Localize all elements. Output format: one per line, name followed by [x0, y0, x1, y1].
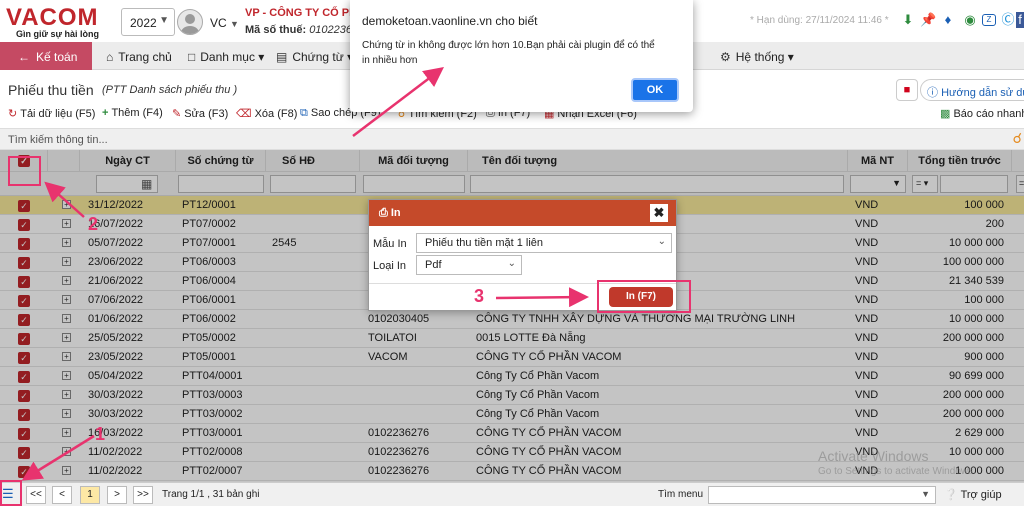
arrow-to-print — [495, 287, 589, 308]
annotation-arrows — [21, 66, 589, 481]
arrow-to-alert — [352, 66, 444, 137]
arrow-to-select-all — [44, 181, 85, 218]
arrow-to-menu — [21, 434, 95, 481]
